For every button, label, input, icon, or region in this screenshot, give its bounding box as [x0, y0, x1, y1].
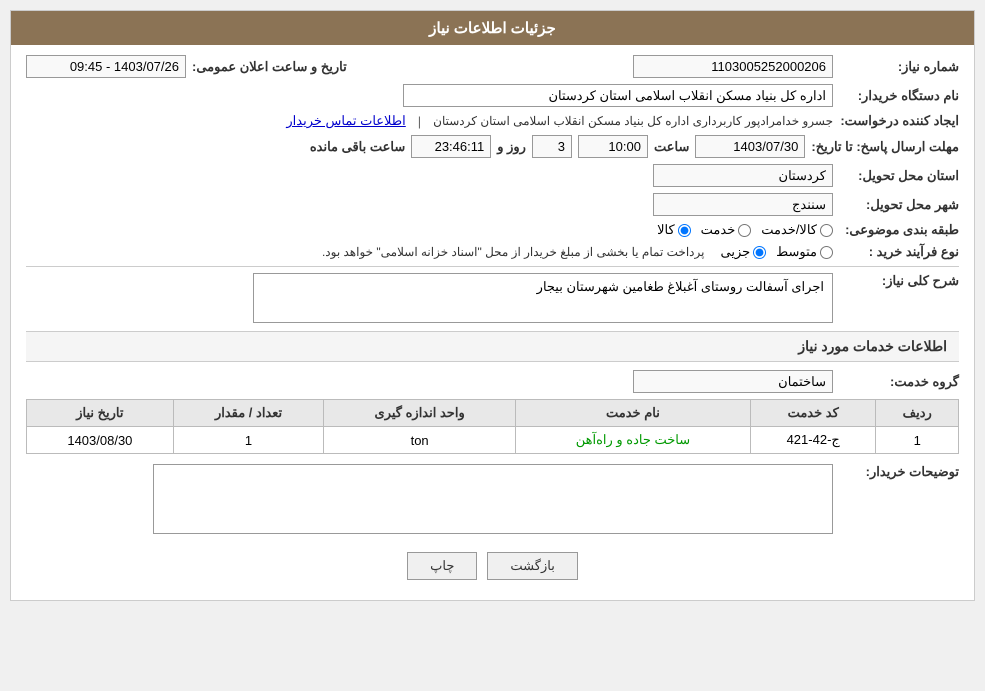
services-table: ردیف کد خدمت نام خدمت واحد اندازه گیری ت… [26, 399, 959, 454]
process-radio-group: متوسط جزیی [720, 244, 833, 260]
deadline-label: مهلت ارسال پاسخ: تا تاریخ: [811, 139, 959, 155]
deadline-clock-input[interactable] [411, 135, 491, 158]
th-row-number: ردیف [876, 400, 959, 427]
category-radio-group: کالا/خدمت خدمت کالا [657, 222, 833, 238]
process-label-medium: متوسط [776, 244, 817, 260]
row-description: شرح کلی نیاز: اجرای آسفالت روستای آغبلاغ… [26, 273, 959, 323]
category-radio-service[interactable] [738, 224, 751, 237]
process-option-partial: جزیی [720, 244, 766, 260]
description-box: اجرای آسفالت روستای آغبلاغ طغامین شهرستا… [253, 273, 833, 323]
main-box: جزئیات اطلاعات نیاز شماره نیاز: تاریخ و … [10, 10, 975, 601]
category-label-service: خدمت [701, 222, 736, 238]
deadline-days-label: روز و [497, 139, 526, 155]
deadline-time-label: ساعت [654, 139, 689, 155]
cell-service-name: ساخت جاده و راه‌آهن [515, 427, 750, 454]
buttons-row: بازگشت چاپ [26, 540, 959, 590]
back-button[interactable]: بازگشت [487, 552, 577, 580]
description-label: شرح کلی نیاز: [839, 273, 959, 289]
process-radio-partial[interactable] [753, 246, 766, 259]
process-label: نوع فرآیند خرید : [839, 244, 959, 260]
th-unit: واحد اندازه گیری [324, 400, 516, 427]
process-note: پرداخت تمام یا بخشی از مبلغ خریدار از مح… [322, 245, 705, 259]
th-service-name: نام خدمت [515, 400, 750, 427]
city-label: شهر محل تحویل: [839, 197, 959, 213]
category-label-goods-services: کالا/خدمت [761, 222, 817, 238]
row-creator: ایجاد کننده درخواست: جسرو خدامرادپور کار… [26, 113, 959, 129]
th-quantity: تعداد / مقدار [173, 400, 324, 427]
service-group-label: گروه خدمت: [839, 374, 959, 390]
cell-unit: ton [324, 427, 516, 454]
creator-value: جسرو خدامرادپور کاربرداری اداره کل بنیاد… [433, 114, 833, 128]
category-option-goods-services: کالا/خدمت [761, 222, 833, 238]
need-number-label: شماره نیاز: [839, 59, 959, 75]
buyer-org-input[interactable] [403, 84, 833, 107]
announcement-datetime-input[interactable] [26, 55, 186, 78]
cell-service-code: ج-42-421 [750, 427, 876, 454]
row-deadline: مهلت ارسال پاسخ: تا تاریخ: ساعت روز و سا… [26, 135, 959, 158]
row-need-number: شماره نیاز: تاریخ و ساعت اعلان عمومی: [26, 55, 959, 78]
row-buyer-org: نام دستگاه خریدار: [26, 84, 959, 107]
service-group-input[interactable] [633, 370, 833, 393]
print-button[interactable]: چاپ [407, 552, 477, 580]
need-number-input[interactable] [633, 55, 833, 78]
province-input[interactable] [653, 164, 833, 187]
th-service-code: کد خدمت [750, 400, 876, 427]
city-input[interactable] [653, 193, 833, 216]
table-header-row: ردیف کد خدمت نام خدمت واحد اندازه گیری ت… [27, 400, 959, 427]
row-buyer-notes: توضیحات خریدار: [26, 464, 959, 534]
contact-link[interactable]: اطلاعات تماس خریدار [286, 113, 405, 129]
row-service-group: گروه خدمت: [26, 370, 959, 393]
deadline-time-input[interactable] [578, 135, 648, 158]
page-title: جزئیات اطلاعات نیاز [429, 20, 556, 37]
page-container: جزئیات اطلاعات نیاز شماره نیاز: تاریخ و … [0, 0, 985, 691]
cell-need-date: 1403/08/30 [27, 427, 174, 454]
services-section-title: اطلاعات خدمات مورد نیاز [26, 331, 959, 362]
category-label: طبقه بندی موضوعی: [839, 222, 959, 238]
category-option-goods: کالا [657, 222, 691, 238]
row-city: شهر محل تحویل: [26, 193, 959, 216]
row-category: طبقه بندی موضوعی: کالا/خدمت خدمت کالا [26, 222, 959, 238]
cell-row-number: 1 [876, 427, 959, 454]
buyer-org-label: نام دستگاه خریدار: [839, 88, 959, 104]
process-option-medium: متوسط [776, 244, 833, 260]
deadline-days-input[interactable] [532, 135, 572, 158]
deadline-date-input[interactable] [695, 135, 805, 158]
creator-label: ایجاد کننده درخواست: [839, 113, 959, 129]
category-label-goods: کالا [657, 222, 675, 238]
buyer-notes-label: توضیحات خریدار: [839, 464, 959, 480]
province-label: استان محل تحویل: [839, 168, 959, 184]
th-need-date: تاریخ نیاز [27, 400, 174, 427]
category-option-service: خدمت [701, 222, 752, 238]
page-header: جزئیات اطلاعات نیاز [11, 11, 974, 45]
process-radio-medium[interactable] [820, 246, 833, 259]
table-row: 1 ج-42-421 ساخت جاده و راه‌آهن ton 1 140… [27, 427, 959, 454]
category-radio-goods-services[interactable] [820, 224, 833, 237]
row-process: نوع فرآیند خرید : متوسط جزیی پرداخت تمام… [26, 244, 959, 260]
announcement-datetime-label: تاریخ و ساعت اعلان عمومی: [192, 59, 347, 75]
category-radio-goods[interactable] [678, 224, 691, 237]
deadline-clock-label: ساعت باقی مانده [310, 139, 405, 155]
buyer-notes-textarea[interactable] [153, 464, 833, 534]
description-value: اجرای آسفالت روستای آغبلاغ طغامین شهرستا… [537, 279, 824, 294]
row-province: استان محل تحویل: [26, 164, 959, 187]
content-area: شماره نیاز: تاریخ و ساعت اعلان عمومی: نا… [11, 45, 974, 600]
divider-1 [26, 266, 959, 267]
cell-quantity: 1 [173, 427, 324, 454]
process-label-partial: جزیی [720, 244, 750, 260]
